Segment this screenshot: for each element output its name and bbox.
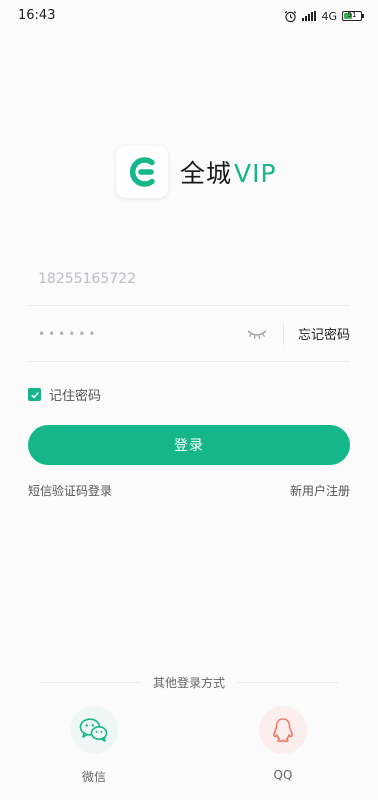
register-link[interactable]: 新用户注册 [290, 482, 350, 499]
other-login-title: 其他登录方式 [153, 675, 226, 690]
wechat-login[interactable]: 微信 [70, 706, 118, 785]
logo-text: 全城 VIP [180, 154, 277, 190]
status-bar: 16:43 4G 51 [0, 0, 378, 32]
forgot-password-link[interactable]: 忘记密码 [298, 324, 350, 343]
status-time: 16:43 [18, 8, 56, 23]
password-field-row: 忘记密码 [28, 306, 350, 362]
logo-vip: VIP [234, 159, 277, 188]
wechat-label: 微信 [81, 770, 106, 784]
phone-field-row [28, 252, 350, 306]
remember-checkbox[interactable] [28, 388, 41, 401]
phone-input[interactable] [28, 270, 350, 287]
field-divider [282, 322, 284, 345]
logo-name: 全城 [180, 159, 233, 188]
qq-icon[interactable] [259, 706, 307, 754]
battery-level: 51 [347, 11, 357, 19]
qq-label: QQ [273, 768, 293, 782]
remember-label: 记住密码 [49, 389, 102, 404]
qq-login[interactable]: QQ [259, 706, 307, 782]
network-type: 4G [321, 9, 337, 23]
divider-line-left [40, 681, 141, 683]
password-input[interactable] [28, 326, 245, 341]
other-login-divider: 其他登录方式 [40, 674, 339, 690]
sms-login-link[interactable]: 短信验证码登录 [28, 482, 112, 499]
status-indicators: 4G 51 [284, 8, 364, 24]
signal-icon [302, 11, 317, 21]
divider-line-right [237, 681, 339, 683]
alarm-icon [284, 10, 297, 23]
remember-password-row[interactable]: 记住密码 [28, 385, 101, 404]
login-button[interactable]: 登录 [28, 425, 350, 465]
app-logo: 全城 VIP [116, 146, 277, 198]
logo-mark-icon [116, 146, 168, 198]
battery-icon: 51 [342, 11, 364, 21]
eye-closed-icon[interactable] [245, 326, 269, 342]
wechat-icon[interactable] [70, 706, 118, 754]
